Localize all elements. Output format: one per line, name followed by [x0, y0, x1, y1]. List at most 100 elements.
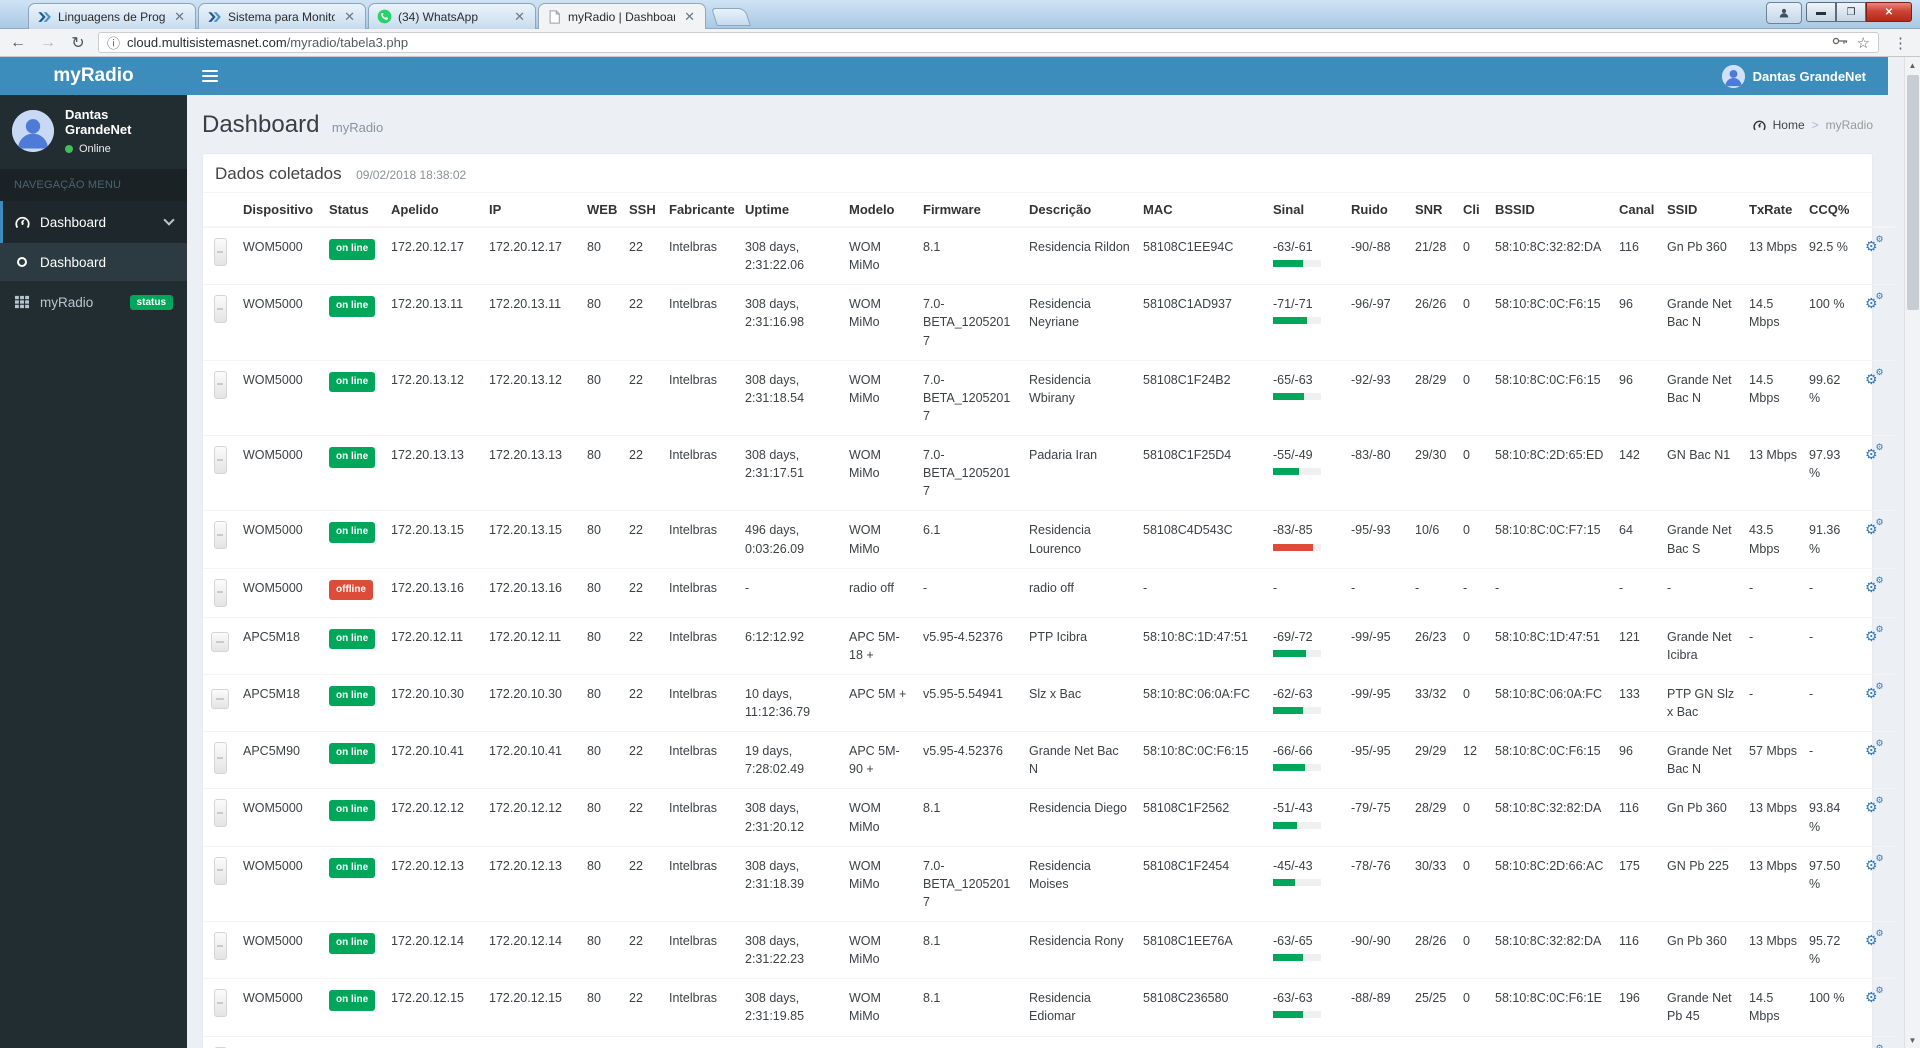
table-row: WOM5000 on line 172.20.12.13 172.20.12.1… — [203, 846, 1895, 923]
sidebar: myRadio Dantas GrandeNet Online NAVEGAÇÃ… — [0, 57, 187, 1048]
tab-close-icon[interactable]: ✕ — [171, 9, 188, 24]
cell-ssid: Grande Net Bac S — [1661, 510, 1743, 569]
tab-close-icon[interactable]: ✕ — [341, 9, 358, 24]
cell-snr: 28/29 — [1409, 360, 1457, 437]
cell-web: 80 — [581, 788, 623, 847]
tab-title: myRadio | Dashboard — [568, 9, 676, 24]
cell-ip: 172.20.12.11 — [483, 617, 581, 675]
cell-txrate: 13 Mbps — [1743, 435, 1803, 512]
signal-bar — [1273, 317, 1321, 325]
sidebar-item-myradio[interactable]: myRadio status — [0, 281, 187, 323]
tab-sistema[interactable]: Sistema para Monitoram ✕ — [198, 3, 366, 29]
cell-snr: 21/28 — [1409, 227, 1457, 286]
cell-uptime: 19 days, 7:28:02.49 — [739, 731, 843, 790]
breadcrumb-separator: > — [1811, 118, 1819, 132]
cell-ccq: 100 % — [1803, 1036, 1859, 1048]
device-settings-cogs-icon[interactable]: ⚙ ⚙ — [1865, 292, 1884, 311]
cell-web: 80 — [581, 921, 623, 980]
table-row: WOM5000 on line 172.20.12.16 172.20.12.1… — [203, 1036, 1895, 1048]
cell-cli: 0 — [1457, 846, 1489, 923]
scroll-up-icon[interactable]: ▲ — [1905, 57, 1920, 73]
cell-txrate: 14.5 Mbps — [1743, 1036, 1803, 1048]
device-settings-cogs-icon[interactable]: ⚙ ⚙ — [1865, 367, 1884, 386]
cell-firmware: 7.0-BETA_12052017 — [917, 360, 1023, 437]
maximize-button[interactable]: ❐ — [1836, 2, 1866, 22]
tab-close-icon[interactable]: ✕ — [511, 9, 528, 24]
device-settings-cogs-icon[interactable]: ⚙ ⚙ — [1865, 575, 1884, 594]
forward-icon[interactable]: → — [38, 34, 58, 52]
new-tab-button[interactable] — [711, 8, 751, 26]
device-settings-cogs-icon[interactable]: ⚙ ⚙ — [1865, 853, 1884, 872]
status-badge: on line — [329, 990, 376, 1011]
cell-modelo: WOM MiMo — [843, 921, 917, 980]
refresh-icon[interactable]: ↻ — [68, 33, 88, 53]
tab-close-icon[interactable]: ✕ — [681, 9, 698, 24]
table-row: APC5M18 on line 172.20.10.30 172.20.10.3… — [203, 674, 1895, 733]
device-settings-cogs-icon[interactable]: ⚙ ⚙ — [1865, 929, 1884, 948]
device-settings-cogs-icon[interactable]: ⚙ ⚙ — [1865, 624, 1884, 643]
table-row: WOM5000 on line 172.20.13.11 172.20.13.1… — [203, 284, 1895, 361]
scrollbar-thumb[interactable] — [1907, 75, 1919, 310]
password-key-icon[interactable] — [1832, 34, 1848, 52]
col-ssh: SSH — [623, 193, 663, 228]
cell-bssid: 58:10:8C:2D:65:ED — [1489, 435, 1613, 512]
cell-descricao: PTP Icibra — [1023, 617, 1137, 675]
device-thumbnail — [211, 688, 229, 709]
cell-txrate: - — [1743, 674, 1803, 733]
close-button[interactable]: ✕ — [1866, 2, 1912, 22]
address-bar[interactable]: ⓘ cloud.multisistemasnet.com/myradio/tab… — [98, 32, 1879, 53]
cell-cli: 0 — [1457, 1036, 1489, 1048]
device-settings-cogs-icon[interactable]: ⚙ ⚙ — [1865, 518, 1884, 537]
device-settings-cogs-icon[interactable]: ⚙ ⚙ — [1865, 235, 1884, 254]
col-firmware: Firmware — [917, 193, 1023, 228]
bookmark-star-icon[interactable]: ☆ — [1857, 34, 1870, 52]
browser-menu-icon[interactable]: ⋮ — [1889, 34, 1912, 52]
sidebar-item-dashboard[interactable]: Dashboard — [0, 201, 187, 243]
scroll-down-icon[interactable]: ▼ — [1905, 1032, 1920, 1048]
back-icon[interactable]: ← — [8, 34, 28, 52]
navbar-user-name: Dantas GrandeNet — [1752, 68, 1866, 84]
sidebar-user-status[interactable]: Online — [65, 143, 175, 155]
cell-firmware: v5.95-4.52376 — [917, 731, 1023, 790]
cell-mac: 58108C1EE76A — [1137, 921, 1267, 980]
device-settings-cogs-icon[interactable]: ⚙ ⚙ — [1865, 986, 1884, 1005]
page-scrollbar[interactable]: ▲ ▼ — [1904, 57, 1920, 1048]
cell-web: 80 — [581, 284, 623, 361]
device-thumbnail — [213, 932, 227, 960]
cell-cli: 0 — [1457, 921, 1489, 980]
cell-ip: 172.20.12.14 — [483, 921, 581, 980]
navbar-user-menu[interactable]: Dantas GrandeNet — [1700, 57, 1888, 95]
col-ssid: SSID — [1661, 193, 1743, 228]
table-header-row: Dispositivo Status Apelido IP WEB SSH Fa… — [203, 193, 1895, 228]
status-badge: on line — [329, 857, 376, 879]
cell-ssh: 22 — [623, 227, 663, 286]
breadcrumb-home[interactable]: Home — [1773, 118, 1805, 132]
minimize-button[interactable]: ▬ — [1806, 2, 1836, 22]
device-settings-cogs-icon[interactable]: ⚙ ⚙ — [1865, 739, 1884, 758]
sidebar-toggle-icon[interactable] — [187, 57, 232, 95]
cell-mac: 58:10:8C:1D:47:51 — [1137, 617, 1267, 675]
panel-timestamp: 09/02/2018 18:38:02 — [356, 168, 467, 182]
sidebar-subitem-dashboard[interactable]: Dashboard — [0, 243, 187, 281]
device-settings-cogs-icon[interactable]: ⚙ ⚙ — [1865, 796, 1884, 815]
cell-bssid: 58:10:8C:32:82:DA — [1489, 788, 1613, 847]
cell-apelido: 172.20.12.13 — [385, 846, 483, 923]
page-info-icon[interactable]: ⓘ — [107, 33, 120, 52]
cell-modelo: WOM MiMo — [843, 978, 917, 1037]
cell-ip: 172.20.12.12 — [483, 788, 581, 847]
signal-bar — [1273, 649, 1321, 657]
tab-whatsapp[interactable]: (34) WhatsApp ✕ — [368, 3, 536, 29]
brand-logo[interactable]: myRadio — [0, 57, 187, 95]
profile-button[interactable] — [1766, 2, 1802, 24]
cell-apelido: 172.20.13.11 — [385, 284, 483, 361]
device-settings-cogs-icon[interactable]: ⚙ ⚙ — [1865, 681, 1884, 700]
tab-myradio-active[interactable]: myRadio | Dashboard ✕ — [538, 3, 706, 29]
cell-firmware: - — [917, 568, 1023, 618]
cell-ruido: -88/-89 — [1345, 978, 1409, 1037]
tab-linguagens[interactable]: Linguagens de Programa ✕ — [28, 3, 196, 29]
table-row: WOM5000 on line 172.20.13.12 172.20.13.1… — [203, 360, 1895, 437]
cell-descricao: Residencia Lourenco — [1023, 510, 1137, 569]
device-settings-cogs-icon[interactable]: ⚙ ⚙ — [1865, 443, 1884, 462]
cell-ip: 172.20.12.13 — [483, 846, 581, 923]
circle-o-icon — [14, 257, 30, 267]
